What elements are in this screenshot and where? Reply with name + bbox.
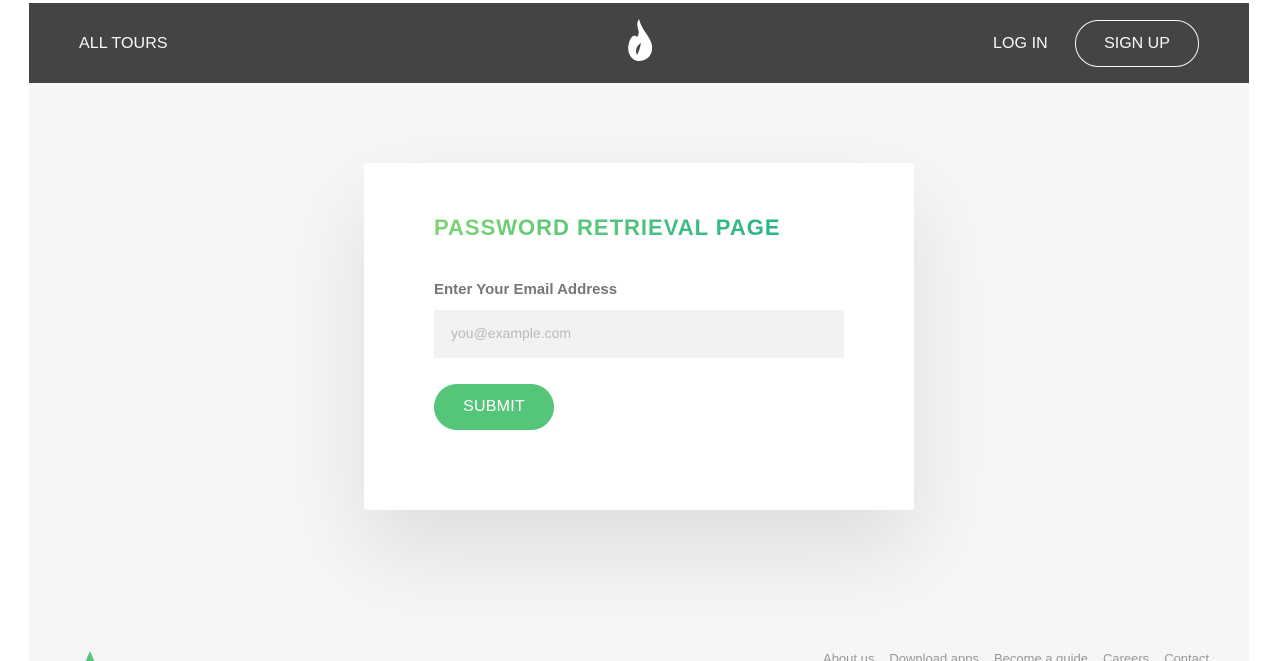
- signup-button[interactable]: SIGN UP: [1075, 20, 1199, 67]
- password-retrieval-card: PASSWORD RETRIEVAL PAGE Enter Your Email…: [364, 163, 914, 510]
- page-title: PASSWORD RETRIEVAL PAGE: [434, 213, 781, 243]
- footer-link-about[interactable]: About us: [823, 651, 874, 661]
- footer-link-download[interactable]: Download apps: [889, 651, 979, 661]
- email-label: Enter Your Email Address: [434, 281, 618, 298]
- footer-link-careers[interactable]: Careers: [1103, 651, 1149, 661]
- footer-link-contact[interactable]: Contact: [1164, 651, 1209, 661]
- footer-link-guide[interactable]: Become a guide: [994, 651, 1088, 661]
- login-link[interactable]: LOG IN: [993, 3, 1048, 83]
- all-tours-link[interactable]: ALL TOURS: [79, 3, 168, 83]
- page-frame: ALL TOURS LOG IN SIGN UP PASSWORD RETRIE…: [29, 3, 1249, 661]
- top-navbar: ALL TOURS LOG IN SIGN UP: [29, 3, 1249, 83]
- footer-nav: About us Download apps Become a guide Ca…: [823, 651, 1209, 661]
- flame-icon[interactable]: [620, 17, 658, 63]
- logo-icon[interactable]: [82, 651, 98, 661]
- submit-button[interactable]: SUBMIT: [434, 384, 554, 430]
- email-field[interactable]: [434, 310, 844, 358]
